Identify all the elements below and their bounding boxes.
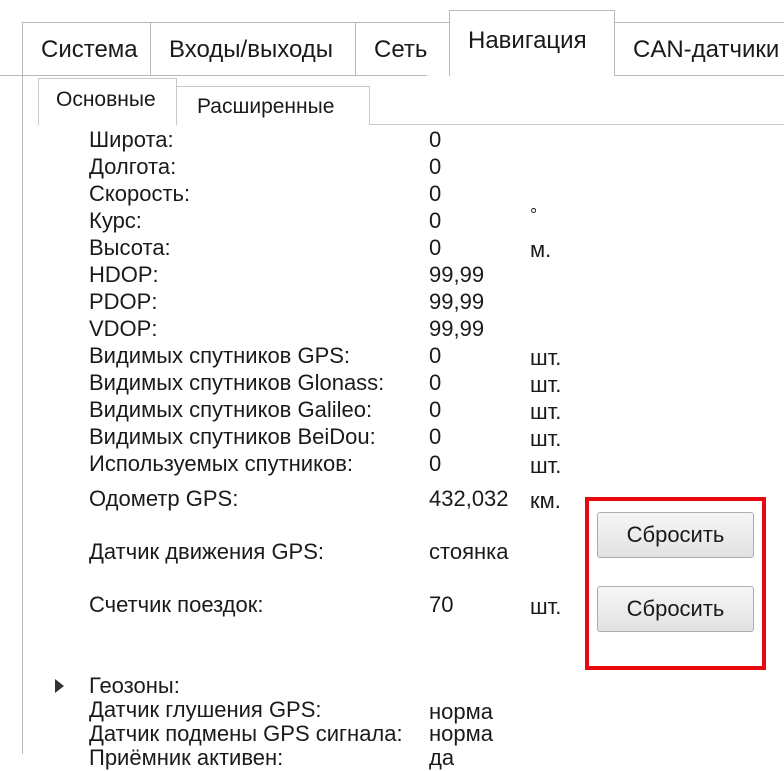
visible-sats-galileo-label: Видимых спутников Galileo: xyxy=(89,397,373,422)
trip-counter-label: Счетчик поездок: xyxy=(89,592,264,617)
altitude-value: 0 xyxy=(429,235,442,260)
receiver-active-value: да xyxy=(429,745,455,770)
pdop-value: 99,99 xyxy=(429,289,485,314)
gps-spoofing-sensor-label: Датчик подмены GPS сигнала: xyxy=(89,721,403,746)
course-unit: ° xyxy=(530,205,538,225)
receiver-active-label: Приёмник активен: xyxy=(89,745,284,770)
gps-odometer-unit: км. xyxy=(530,488,561,513)
gps-odometer-value: 432,032 xyxy=(429,486,509,511)
latitude-value: 0 xyxy=(429,127,442,152)
gps-odometer-label: Одометр GPS: xyxy=(89,486,239,511)
visible-sats-beidou-unit: шт. xyxy=(530,426,562,451)
tab-bar-divider xyxy=(615,75,784,76)
vdop-value: 99,99 xyxy=(429,316,485,341)
trip-counter-unit: шт. xyxy=(530,594,562,619)
visible-sats-beidou-label: Видимых спутников BeiDou: xyxy=(89,424,376,449)
gps-motion-sensor-value: стоянка xyxy=(429,539,509,564)
visible-sats-beidou-value: 0 xyxy=(429,424,442,449)
visible-sats-glonass-value: 0 xyxy=(429,370,442,395)
speed-value: 0 xyxy=(429,181,442,206)
expand-arrow-icon[interactable] xyxy=(55,679,64,693)
trip-counter-value: 70 xyxy=(429,592,454,617)
tab-navigation[interactable]: Навигация xyxy=(449,10,615,76)
used-sats-value: 0 xyxy=(429,451,442,476)
latitude-label: Широта: xyxy=(89,127,174,152)
longitude-value: 0 xyxy=(429,154,442,179)
visible-sats-glonass-unit: шт. xyxy=(530,372,562,397)
vdop-label: VDOP: xyxy=(89,316,158,341)
visible-sats-gps-value: 0 xyxy=(429,343,442,368)
visible-sats-gps-unit: шт. xyxy=(530,345,562,370)
geozones-label[interactable]: Геозоны: xyxy=(89,673,180,699)
longitude-label: Долгота: xyxy=(89,154,177,179)
tab-inputs-outputs[interactable]: Входы/выходы xyxy=(150,22,355,75)
subtab-advanced[interactable]: Расширенные xyxy=(176,86,370,125)
used-sats-label: Используемых спутников: xyxy=(89,451,353,476)
main-tab-bar: Система Входы/выходы Сеть Навигация CAN-… xyxy=(0,0,784,76)
tab-network[interactable]: Сеть xyxy=(355,22,449,75)
gps-motion-sensor-label: Датчик движения GPS: xyxy=(89,539,325,564)
panel-border xyxy=(22,76,23,754)
visible-sats-galileo-value: 0 xyxy=(429,397,442,422)
speed-label: Скорость: xyxy=(89,181,191,206)
used-sats-unit: шт. xyxy=(530,453,562,478)
tab-can-sensors[interactable]: CAN-датчики xyxy=(615,22,784,75)
visible-sats-galileo-unit: шт. xyxy=(530,399,562,424)
altitude-label: Высота: xyxy=(89,235,171,260)
altitude-unit: м. xyxy=(530,237,552,262)
course-value: 0 xyxy=(429,208,442,233)
pdop-label: PDOP: xyxy=(89,289,158,314)
gps-jamming-sensor-label: Датчик глушения GPS: xyxy=(89,697,322,722)
tab-system[interactable]: Система xyxy=(22,22,150,75)
tab-bar-divider xyxy=(0,75,427,76)
hdop-value: 99,99 xyxy=(429,262,485,287)
visible-sats-gps-label: Видимых спутников GPS: xyxy=(89,343,351,368)
gps-spoofing-sensor-value: норма xyxy=(429,721,493,746)
subtab-basic[interactable]: Основные xyxy=(38,78,177,125)
course-label: Курс: xyxy=(89,208,142,233)
visible-sats-glonass-label: Видимых спутников Glonass: xyxy=(89,370,385,395)
highlight-frame xyxy=(585,497,766,670)
hdop-label: HDOP: xyxy=(89,262,159,287)
